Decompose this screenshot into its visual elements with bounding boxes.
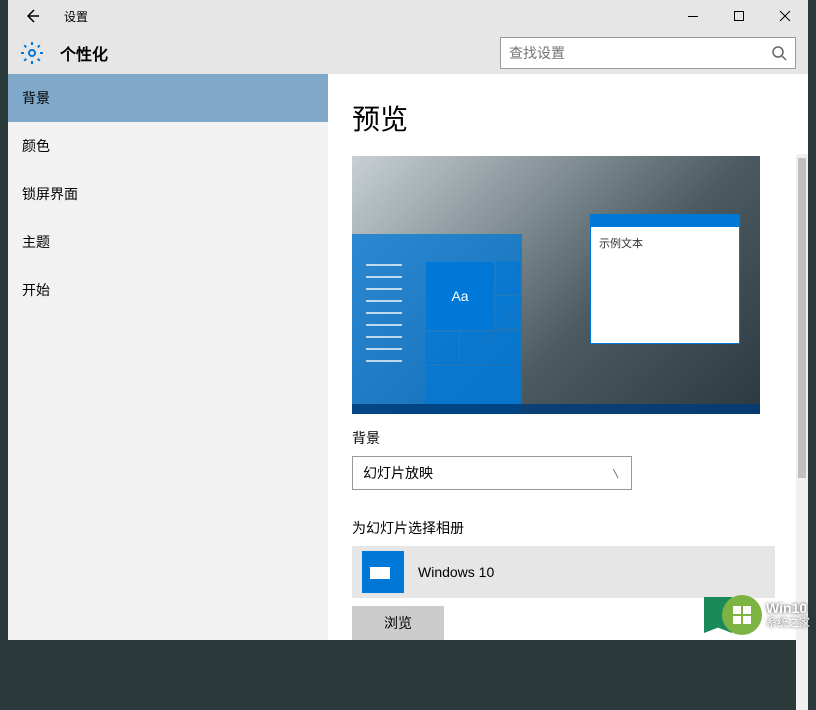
- content-area: 背景 颜色 锁屏界面 主题 开始 预览 示例文本: [8, 74, 808, 640]
- preview-sample-window: 示例文本: [590, 214, 740, 344]
- titlebar-left: 设置: [8, 0, 88, 32]
- minimize-icon: [687, 10, 699, 22]
- sidebar-item-label: 主题: [22, 232, 50, 252]
- chevron-down-icon: 〵: [611, 466, 621, 481]
- album-section-label: 为幻灯片选择相册: [352, 518, 784, 538]
- close-icon: [779, 10, 791, 22]
- sidebar-item-themes[interactable]: 主题: [8, 218, 328, 266]
- scrollbar-thumb[interactable]: [798, 158, 806, 478]
- preview-start-list: [366, 264, 402, 372]
- titlebar: 设置: [8, 0, 808, 32]
- back-button[interactable]: [8, 0, 56, 32]
- close-button[interactable]: [762, 0, 808, 32]
- gear-icon: [20, 41, 44, 65]
- windows-icon: [731, 604, 753, 626]
- album-name: Windows 10: [418, 564, 494, 580]
- search-box[interactable]: [500, 37, 796, 69]
- background-label: 背景: [352, 428, 784, 448]
- sidebar: 背景 颜色 锁屏界面 主题 开始: [8, 74, 328, 640]
- category-title: 个性化: [60, 41, 108, 65]
- maximize-icon: [733, 10, 745, 22]
- window-controls: [670, 0, 808, 32]
- preview-tiles: Aa: [426, 262, 526, 414]
- watermark-line2: 系统之家: [766, 617, 810, 630]
- preview-taskbar: [352, 404, 760, 414]
- search-icon: [771, 45, 787, 61]
- sidebar-item-label: 开始: [22, 280, 50, 300]
- browse-label: 浏览: [384, 613, 412, 633]
- settings-window: 设置 个性化: [8, 0, 808, 640]
- preview-heading: 预览: [352, 98, 784, 138]
- maximize-button[interactable]: [716, 0, 762, 32]
- minimize-button[interactable]: [670, 0, 716, 32]
- header-left: 个性化: [20, 41, 108, 65]
- watermark: Win10 系统之家: [634, 590, 816, 640]
- watermark-line1: Win10: [766, 600, 810, 617]
- back-arrow-icon: [24, 8, 40, 24]
- watermark-text: Win10 系统之家: [766, 600, 810, 630]
- preview-start-menu: Aa: [352, 234, 522, 414]
- sidebar-item-background[interactable]: 背景: [8, 74, 328, 122]
- preview-box: 示例文本 Aa: [352, 156, 760, 414]
- sidebar-item-label: 锁屏界面: [22, 184, 78, 204]
- header-row: 个性化: [8, 32, 808, 74]
- sidebar-item-lockscreen[interactable]: 锁屏界面: [8, 170, 328, 218]
- background-dropdown[interactable]: 幻灯片放映 〵: [352, 456, 632, 490]
- window-title: 设置: [64, 8, 88, 25]
- main-panel: 预览 示例文本 Aa: [328, 74, 808, 640]
- preview-sample-text: 示例文本: [591, 227, 739, 259]
- preview-sample-titlebar: [591, 215, 739, 227]
- watermark-logo-icon: [722, 595, 762, 635]
- search-input[interactable]: [509, 45, 771, 61]
- preview-tile-aa: Aa: [426, 262, 494, 330]
- album-thumbnail: [362, 551, 404, 593]
- sidebar-item-start[interactable]: 开始: [8, 266, 328, 314]
- sidebar-item-label: 背景: [22, 88, 50, 108]
- sidebar-item-label: 颜色: [22, 136, 50, 156]
- sidebar-item-color[interactable]: 颜色: [8, 122, 328, 170]
- dropdown-value: 幻灯片放映: [363, 463, 433, 483]
- browse-button[interactable]: 浏览: [352, 606, 444, 640]
